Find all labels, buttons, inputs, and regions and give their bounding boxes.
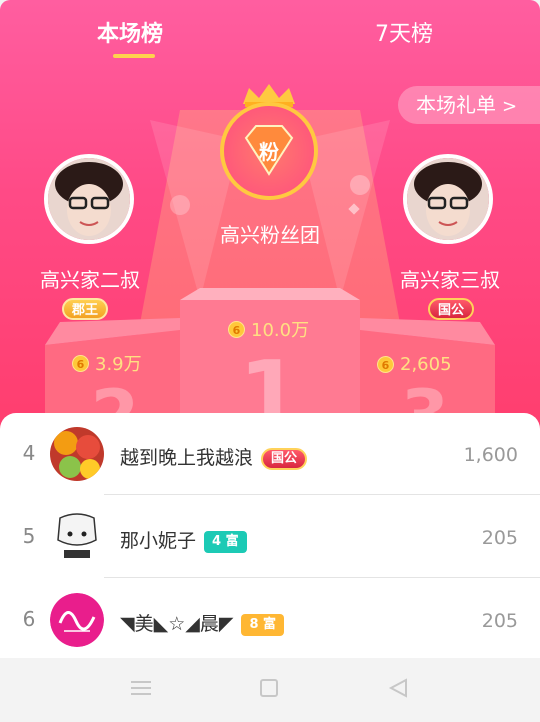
user-score: 205	[481, 610, 518, 632]
divider	[104, 577, 540, 578]
second-place-score-value: 3.9万	[95, 354, 142, 375]
user-score: 1,600	[463, 444, 518, 466]
tab-7-days[interactable]: 7天榜	[375, 16, 433, 48]
user-name-text: 那小妮子	[120, 530, 197, 552]
third-place-avatar[interactable]	[403, 154, 493, 244]
second-place-score: 6 3.9万	[72, 350, 142, 376]
square-home-icon[interactable]	[259, 678, 281, 698]
coin-icon: 6	[228, 320, 245, 338]
coin-icon: 6	[377, 356, 394, 373]
fruit-avatar-image	[50, 427, 104, 481]
list-item[interactable]: 5 那小妮子 4 富 205	[0, 496, 540, 578]
avatar-image	[48, 158, 130, 240]
second-place-name: 高兴家二叔	[40, 268, 140, 292]
ranking-stage: 1 2 3 本场榜 7天榜 本场礼单 > 高兴家二叔 郡王 6 3.9万 粉 高兴…	[0, 0, 540, 430]
rank-number: 4	[22, 441, 36, 465]
rank-number: 6	[22, 607, 36, 631]
list-item[interactable]: 6 ◥美◣☆◢晨◤ 8 富 205	[0, 579, 540, 661]
tab-this-session[interactable]: 本场榜	[97, 16, 163, 48]
wealth-level-badge: 8 富	[241, 613, 285, 636]
third-place-score-value: 2,605	[400, 354, 452, 375]
active-tab-indicator	[113, 54, 155, 58]
title-badge-junwang: 郡王	[62, 298, 109, 320]
title-badge-guogong: 国公	[428, 298, 475, 320]
rank-number: 5	[22, 524, 36, 548]
user-name-text: ◥美◣☆◢晨◤	[120, 613, 234, 635]
user-name: 越到晚上我越浪 国公	[120, 443, 308, 470]
avatar[interactable]	[50, 427, 104, 481]
title-badge-guogong: 国公	[261, 447, 308, 470]
divider	[104, 494, 540, 495]
third-place-name: 高兴家三叔	[400, 268, 500, 292]
ranking-list: 4 越到晚上我越浪 国公 1,600 5 那小妮子 4 富 205 6 ◥美◣☆…	[0, 413, 540, 658]
user-name: ◥美◣☆◢晨◤ 8 富	[120, 609, 285, 636]
list-item[interactable]: 4 越到晚上我越浪 国公 1,600	[0, 413, 540, 495]
system-navigation-bar	[0, 658, 540, 722]
fan-medal-text: 粉	[259, 140, 279, 164]
calligraphy-avatar-image	[50, 593, 104, 647]
user-name: 那小妮子 4 富	[120, 526, 247, 553]
chevron-right-icon: >	[502, 96, 518, 117]
first-place-score-value: 10.0万	[251, 320, 310, 341]
user-score: 205	[481, 527, 518, 549]
triangle-back-icon[interactable]	[388, 678, 410, 698]
avatar[interactable]	[50, 593, 104, 647]
cartoon-avatar-image	[50, 510, 104, 564]
third-place-score: 6 2,605	[377, 354, 452, 375]
gift-list-button[interactable]: 本场礼单 >	[398, 86, 540, 124]
second-place-avatar[interactable]	[44, 154, 134, 244]
coin-icon: 6	[72, 354, 89, 372]
wealth-level-badge: 4 富	[204, 530, 247, 553]
avatar[interactable]	[50, 510, 104, 564]
menu-icon[interactable]	[130, 678, 152, 698]
first-place-name: 高兴粉丝团	[220, 223, 320, 247]
user-name-text: 越到晚上我越浪	[120, 447, 254, 469]
avatar-image	[407, 158, 489, 240]
gift-list-label: 本场礼单	[416, 93, 496, 117]
first-place-score: 6 10.0万	[228, 316, 309, 342]
